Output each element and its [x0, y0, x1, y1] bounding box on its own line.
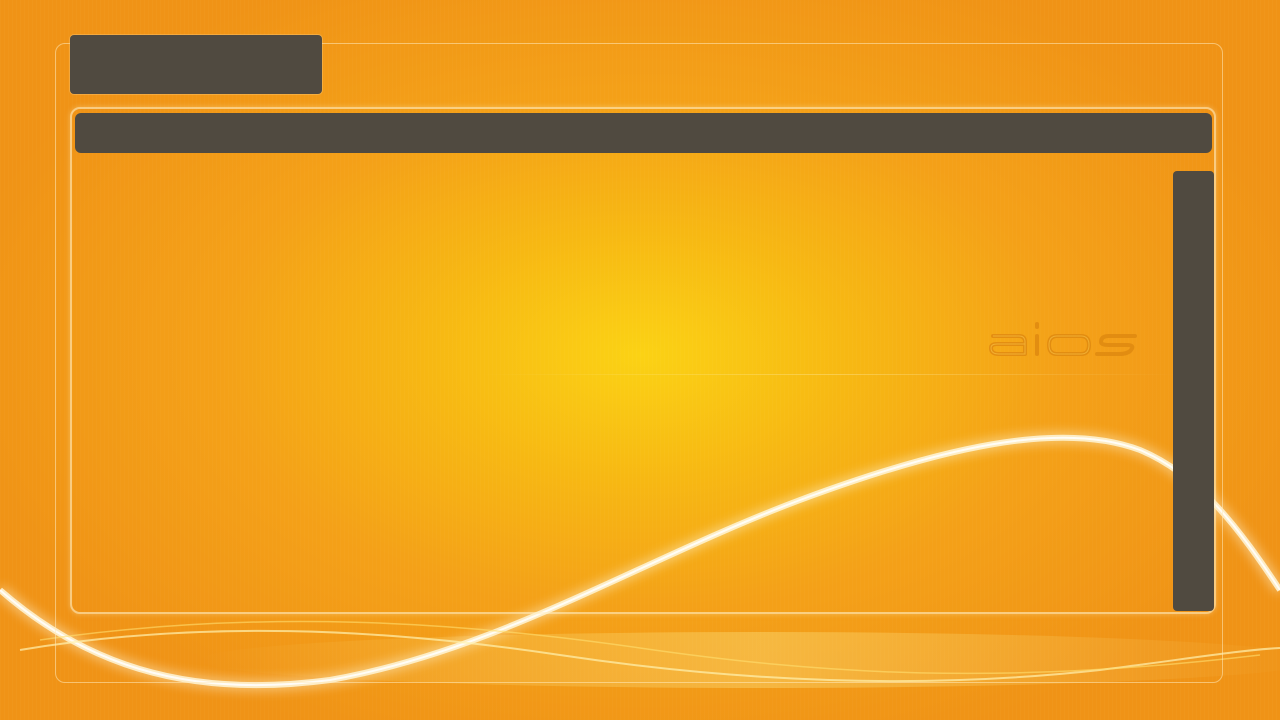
title-block — [70, 35, 322, 94]
header-bar — [75, 113, 1212, 153]
aios-logo-icon — [989, 322, 1137, 356]
scrollbar[interactable] — [1173, 171, 1214, 611]
